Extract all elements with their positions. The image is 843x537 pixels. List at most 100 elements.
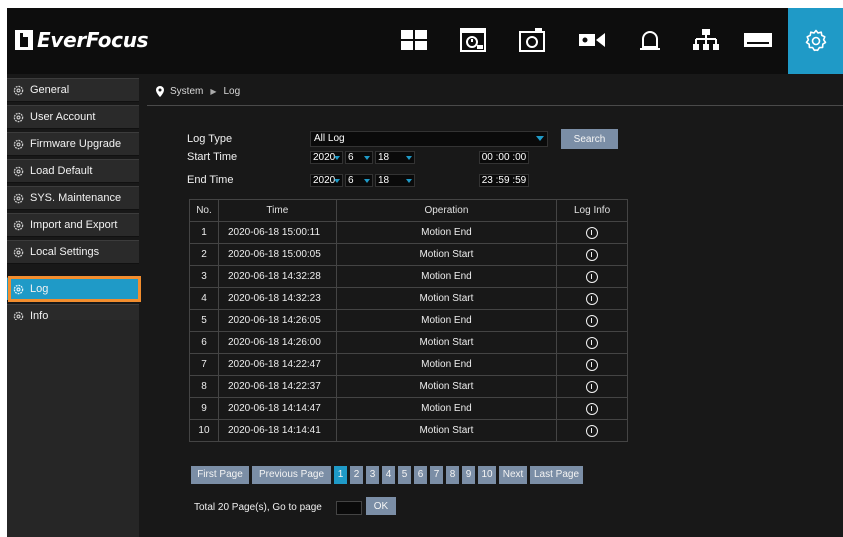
info-icon[interactable] xyxy=(586,292,599,305)
table-row: 10 2020-06-18 14:14:41 Motion Start xyxy=(189,419,628,442)
info-icon[interactable] xyxy=(586,314,599,327)
selection-highlight xyxy=(8,276,141,302)
log-table: No. Time Operation Log Info 1 2020-06-18… xyxy=(189,199,628,442)
pagination: First Page Previous Page 1 2 3 4 5 6 7 8… xyxy=(191,466,586,484)
row-operation: Motion Start xyxy=(335,375,558,398)
start-year-value: 2020 xyxy=(313,152,336,163)
top-bar: EverFocus xyxy=(7,8,843,74)
row-time: 2020-06-18 14:22:47 xyxy=(217,353,337,376)
end-clock-input[interactable]: 23 :59 :59 xyxy=(479,174,529,187)
info-icon[interactable] xyxy=(586,380,599,393)
row-info-cell xyxy=(556,221,628,244)
alarm-icon[interactable] xyxy=(635,25,665,55)
start-month-select[interactable]: 6 xyxy=(345,151,373,164)
goto-ok-button[interactable]: OK xyxy=(366,497,396,515)
snapshot-icon[interactable] xyxy=(517,25,547,55)
row-no: 6 xyxy=(189,331,219,354)
dropdown-arrow-icon xyxy=(536,136,544,141)
sidebar-item-firmware-upgrade[interactable]: Firmware Upgrade xyxy=(7,132,139,156)
sidebar-item-import-export[interactable]: Import and Export xyxy=(7,213,139,237)
record-icon[interactable] xyxy=(577,25,607,55)
start-day-value: 18 xyxy=(378,152,390,163)
gear-icon xyxy=(13,85,24,95)
breadcrumb-divider xyxy=(147,105,843,106)
page-button[interactable]: 9 xyxy=(462,466,475,484)
search-button[interactable]: Search xyxy=(561,129,618,149)
gear-icon xyxy=(13,247,24,257)
header-log-info: Log Info xyxy=(556,199,628,222)
gear-icon xyxy=(13,139,24,149)
first-page-button[interactable]: First Page xyxy=(191,466,249,484)
row-no: 1 xyxy=(189,221,219,244)
row-no: 7 xyxy=(189,353,219,376)
info-icon[interactable] xyxy=(586,402,599,415)
sidebar-item-label: SYS. Maintenance xyxy=(30,192,122,204)
end-day-select[interactable]: 18 xyxy=(375,174,415,187)
table-row: 5 2020-06-18 14:26:05 Motion End xyxy=(189,309,628,332)
info-icon[interactable] xyxy=(586,424,599,437)
start-year-select[interactable]: 2020 xyxy=(310,151,343,164)
table-row: 9 2020-06-18 14:14:47 Motion End xyxy=(189,397,628,420)
sidebar-item-sys-maintenance[interactable]: SYS. Maintenance xyxy=(7,186,139,210)
multiview-icon[interactable] xyxy=(399,25,429,55)
row-time: 2020-06-18 15:00:11 xyxy=(217,221,337,244)
sidebar-item-label: Local Settings xyxy=(30,246,100,258)
page-button[interactable]: 6 xyxy=(414,466,427,484)
page-button[interactable]: 2 xyxy=(350,466,363,484)
sidebar-item-label: General xyxy=(30,84,70,96)
page-button[interactable]: 1 xyxy=(334,466,347,484)
info-icon[interactable] xyxy=(586,226,599,239)
page-button[interactable]: 3 xyxy=(366,466,379,484)
sidebar-item-user-account[interactable]: User Account xyxy=(7,105,139,129)
row-time: 2020-06-18 15:00:05 xyxy=(217,243,337,266)
previous-page-button[interactable]: Previous Page xyxy=(252,466,331,484)
settings-tab[interactable] xyxy=(788,8,843,74)
breadcrumb-system[interactable]: System xyxy=(170,86,203,97)
row-info-cell xyxy=(556,419,628,442)
start-day-select[interactable]: 18 xyxy=(375,151,415,164)
row-no: 8 xyxy=(189,375,219,398)
breadcrumb: System ▶ Log xyxy=(156,82,240,100)
row-info-cell xyxy=(556,331,628,354)
table-row: 4 2020-06-18 14:32:23 Motion Start xyxy=(189,287,628,310)
gear-icon xyxy=(13,220,24,230)
sidebar-item-label: Import and Export xyxy=(30,219,118,231)
gear-icon xyxy=(13,166,24,176)
info-icon[interactable] xyxy=(586,270,599,283)
row-no: 2 xyxy=(189,243,219,266)
end-year-select[interactable]: 2020 xyxy=(310,174,343,187)
next-page-button[interactable]: Next xyxy=(499,466,527,484)
start-clock-input[interactable]: 00 :00 :00 xyxy=(479,151,529,164)
table-row: 8 2020-06-18 14:22:37 Motion Start xyxy=(189,375,628,398)
row-operation: Motion End xyxy=(335,265,558,288)
page-button[interactable]: 7 xyxy=(430,466,443,484)
info-icon[interactable] xyxy=(586,248,599,261)
playback-icon[interactable] xyxy=(458,25,488,55)
info-icon[interactable] xyxy=(586,358,599,371)
sidebar-item-general[interactable]: General xyxy=(7,78,139,102)
network-icon[interactable] xyxy=(691,25,721,55)
sidebar-item-local-settings[interactable]: Local Settings xyxy=(7,240,139,264)
goto-page-label: Total 20 Page(s), Go to page xyxy=(194,502,322,513)
info-icon[interactable] xyxy=(586,336,599,349)
storage-icon[interactable] xyxy=(743,25,773,55)
page-button[interactable]: 10 xyxy=(478,466,496,484)
row-operation: Motion Start xyxy=(335,331,558,354)
page-button[interactable]: 5 xyxy=(398,466,411,484)
page-button[interactable]: 4 xyxy=(382,466,395,484)
row-time: 2020-06-18 14:14:47 xyxy=(217,397,337,420)
header-operation: Operation xyxy=(335,199,558,222)
sidebar-item-load-default[interactable]: Load Default xyxy=(7,159,139,183)
last-page-button[interactable]: Last Page xyxy=(530,466,583,484)
end-month-select[interactable]: 6 xyxy=(345,174,373,187)
gear-icon xyxy=(13,112,24,122)
end-time-label: End Time xyxy=(187,174,234,186)
goto-page-input[interactable] xyxy=(336,501,362,515)
row-info-cell xyxy=(556,375,628,398)
row-no: 9 xyxy=(189,397,219,420)
location-pin-icon xyxy=(156,85,164,97)
row-no: 3 xyxy=(189,265,219,288)
page-button[interactable]: 8 xyxy=(446,466,459,484)
log-type-select[interactable]: All Log xyxy=(310,131,548,147)
row-operation: Motion End xyxy=(335,221,558,244)
